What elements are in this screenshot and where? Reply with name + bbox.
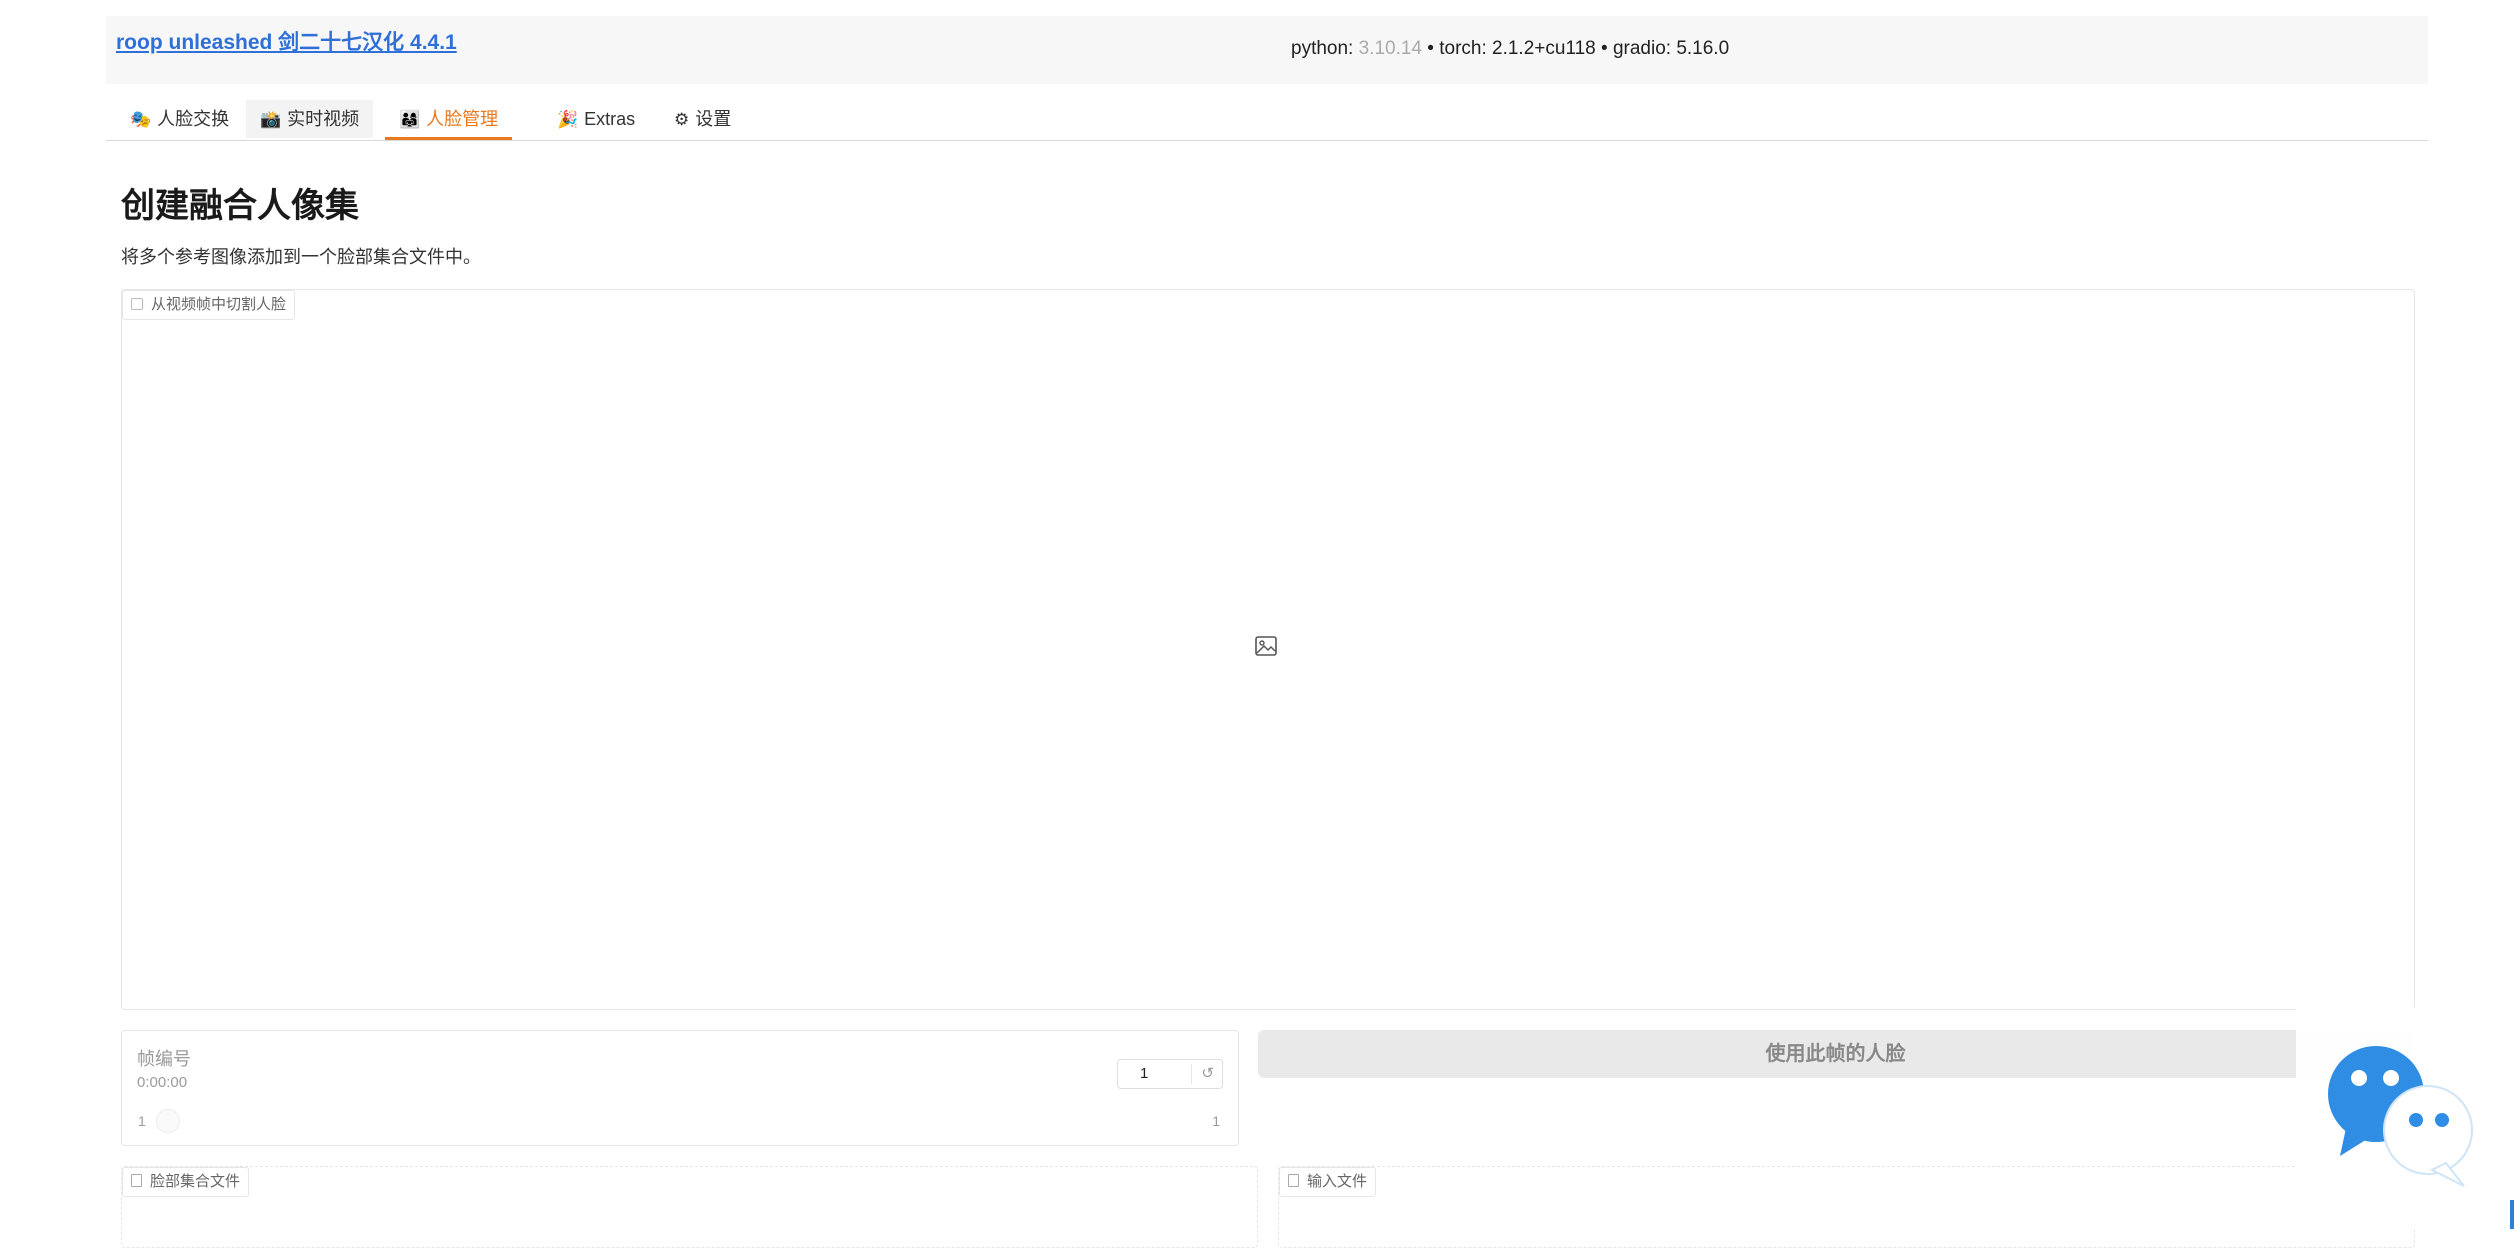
- python-label: python:: [1291, 38, 1359, 59]
- frame-number-input[interactable]: 1 ↺: [1117, 1059, 1223, 1089]
- frame-slider-handle[interactable]: [156, 1109, 180, 1133]
- frame-time: 0:00:00: [137, 1074, 188, 1091]
- chat-widget[interactable]: [2296, 1008, 2514, 1229]
- scrollbar-thumb[interactable]: [2510, 1200, 2514, 1229]
- gear-icon: ⚙: [674, 110, 690, 129]
- slider-min-label: 1: [138, 1113, 146, 1129]
- app-header: roop unleashed 剑二十七汉化 4.4.1 python: 3.10…: [106, 16, 2428, 84]
- input-files-label: 输入文件: [1279, 1167, 1377, 1197]
- frame-number-label: 帧编号: [137, 1049, 191, 1069]
- divider: [1191, 1064, 1192, 1084]
- tab-extras[interactable]: 🎉 Extras: [543, 100, 649, 138]
- page-title: 创建融合人像集: [121, 187, 359, 225]
- tab-label: 设置: [695, 109, 732, 129]
- input-files-panel[interactable]: 输入文件: [1278, 1166, 2415, 1248]
- tab-label: 人脸交换: [157, 109, 230, 129]
- camera-icon: 📸: [260, 110, 282, 129]
- file-icon: [1288, 1174, 1299, 1187]
- file-icon: [131, 1174, 142, 1187]
- gradio-version: • gradio: 5.16.0: [1595, 38, 1730, 59]
- torch-version: • torch: 2.1.2+cu118: [1422, 38, 1596, 59]
- slider-max-label: 1: [1212, 1113, 1220, 1129]
- app-title-link[interactable]: roop unleashed 剑二十七汉化 4.4.1: [116, 26, 457, 56]
- tab-face-swap[interactable]: 🎭 人脸交换: [116, 100, 243, 138]
- mask-icon: 🎭: [130, 110, 152, 129]
- video-frame-label: 从视频帧中切割人脸: [122, 290, 296, 320]
- version-info: python: 3.10.14 • torch: 2.1.2+cu118 • g…: [1291, 38, 1729, 60]
- tab-label: 人脸管理: [426, 109, 499, 129]
- tab-live-video[interactable]: 📸 实时视频: [246, 100, 374, 138]
- faceset-file-panel[interactable]: 脸部集合文件: [121, 1166, 1258, 1248]
- faceset-file-label: 脸部集合文件: [122, 1167, 250, 1197]
- image-placeholder-icon: [1255, 636, 1277, 656]
- tab-settings[interactable]: ⚙ 设置: [660, 100, 745, 138]
- family-icon: 👨‍👩‍👧: [399, 110, 421, 129]
- faceset-file-label-text: 脸部集合文件: [150, 1173, 241, 1190]
- main-tabs: 🎭 人脸交换 📸 实时视频 👨‍👩‍👧 人脸管理 🎉 Extras ⚙ 设置: [106, 100, 2428, 141]
- reset-icon[interactable]: ↺: [1201, 1064, 1214, 1082]
- party-icon: 🎉: [557, 110, 579, 129]
- video-frame-label-text: 从视频帧中切割人脸: [151, 296, 287, 313]
- video-frame-panel[interactable]: 从视频帧中切割人脸: [121, 289, 2415, 1010]
- page-description: 将多个参考图像添加到一个脸部集合文件中。: [121, 247, 481, 267]
- tab-face-management[interactable]: 👨‍👩‍👧 人脸管理: [385, 100, 513, 140]
- chat-bubbles-icon: [2328, 1046, 2473, 1187]
- tab-label: 实时视频: [287, 109, 360, 129]
- frame-number-value[interactable]: 1: [1140, 1065, 1148, 1082]
- tab-label: Extras: [584, 109, 636, 129]
- use-frame-faces-button[interactable]: 使用此帧的人脸: [1258, 1030, 2413, 1078]
- checkbox-icon: [131, 298, 143, 310]
- input-files-label-text: 输入文件: [1307, 1173, 1368, 1190]
- frame-number-panel: 帧编号 0:00:00 1 ↺ 1 1: [121, 1030, 1239, 1146]
- python-version: 3.10.14: [1358, 38, 1423, 59]
